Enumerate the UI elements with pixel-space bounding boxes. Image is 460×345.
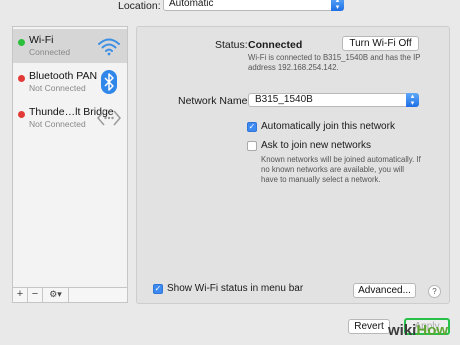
show-status-label: Show Wi-Fi status in menu bar [167,283,304,294]
service-status: Not Connected [29,83,86,93]
wikihow-watermark: wikiHow [388,322,448,342]
service-item-bluetooth-pan[interactable]: Bluetooth PAN Not Connected [13,65,127,99]
location-value: Automatic [169,0,214,9]
ask-join-checkbox[interactable] [247,141,257,151]
location-label: Location: [118,0,161,12]
add-service-button[interactable]: + [13,288,28,302]
connected-status-dot [18,39,25,46]
chevron-updown-icon: ▴ ▾ [331,0,344,11]
revert-button[interactable]: Revert [348,319,390,334]
advanced-button[interactable]: Advanced... [353,283,416,298]
service-status: Connected [29,47,71,57]
network-name-select[interactable]: B315_1540B ▴ ▾ [248,93,419,107]
status-label: Status: [215,39,248,51]
service-list[interactable]: Wi-Fi Connected Bluetooth PAN Not Connec… [12,26,128,288]
service-item-wifi[interactable]: Wi-Fi Connected [13,29,127,63]
remove-service-button[interactable]: − [28,288,43,302]
watermark-how: How [416,322,449,339]
gear-icon[interactable]: ⚙▾ [43,288,69,302]
show-status-checkbox[interactable]: ✓ [153,284,163,294]
status-value: Connected [248,39,303,51]
service-name: Wi-Fi [29,34,54,46]
service-name: Bluetooth PAN [29,70,98,82]
auto-join-label: Automatically join this network [261,121,395,132]
chevron-updown-icon: ▴ ▾ [406,93,419,107]
auto-join-checkbox[interactable]: ✓ [247,122,257,132]
bluetooth-icon [101,70,117,94]
status-description: Wi-Fi is connected to B315_1540B and has… [248,53,421,72]
network-name-value: B315_1540B [255,94,313,105]
ask-join-description: Known networks will be joined automatica… [261,155,421,184]
location-select[interactable]: Automatic ▴ ▾ [163,0,344,11]
service-list-toolbar: + − ⚙▾ [12,288,128,303]
service-item-thunderbolt-bridge[interactable]: Thunde…lt Bridge Not Connected [13,101,127,135]
wifi-icon [98,38,120,56]
network-name-label: Network Name: [178,95,251,107]
help-button[interactable]: ? [428,285,441,298]
ask-join-label: Ask to join new networks [261,140,372,151]
thunderbolt-bridge-icon [97,110,121,126]
disconnected-status-dot [18,75,25,82]
watermark-wiki: wiki [388,322,417,339]
disconnected-status-dot [18,111,25,118]
service-status: Not Connected [29,119,86,129]
turn-wifi-off-button[interactable]: Turn Wi-Fi Off [342,36,419,51]
